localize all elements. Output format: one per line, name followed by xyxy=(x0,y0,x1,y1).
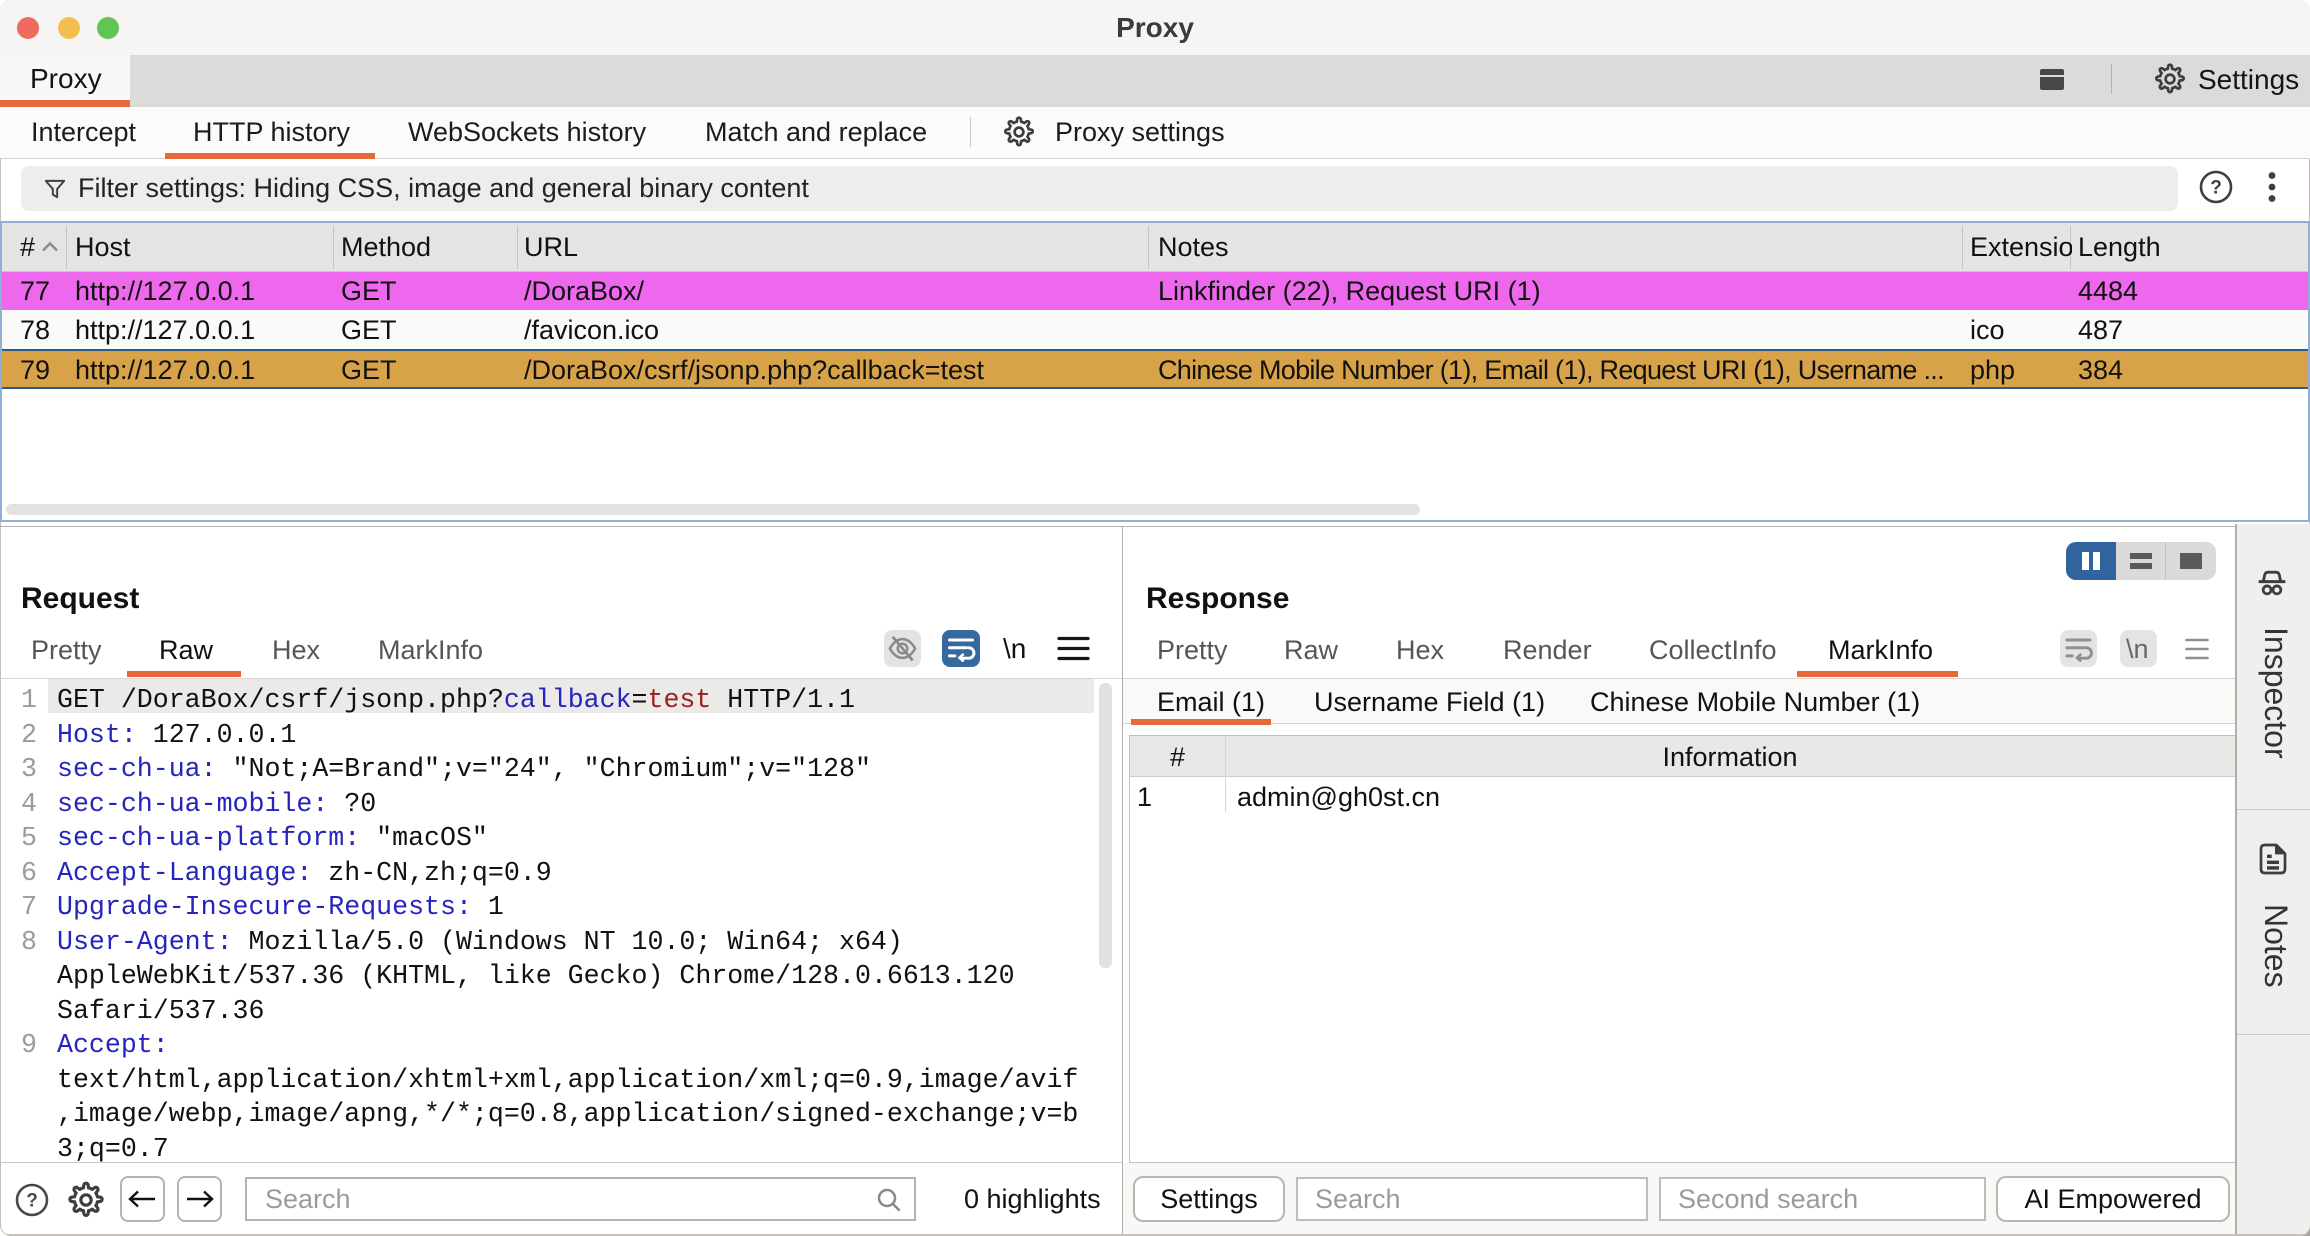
svg-text:?: ? xyxy=(26,1191,38,1212)
svg-text:?: ? xyxy=(2210,178,2222,199)
